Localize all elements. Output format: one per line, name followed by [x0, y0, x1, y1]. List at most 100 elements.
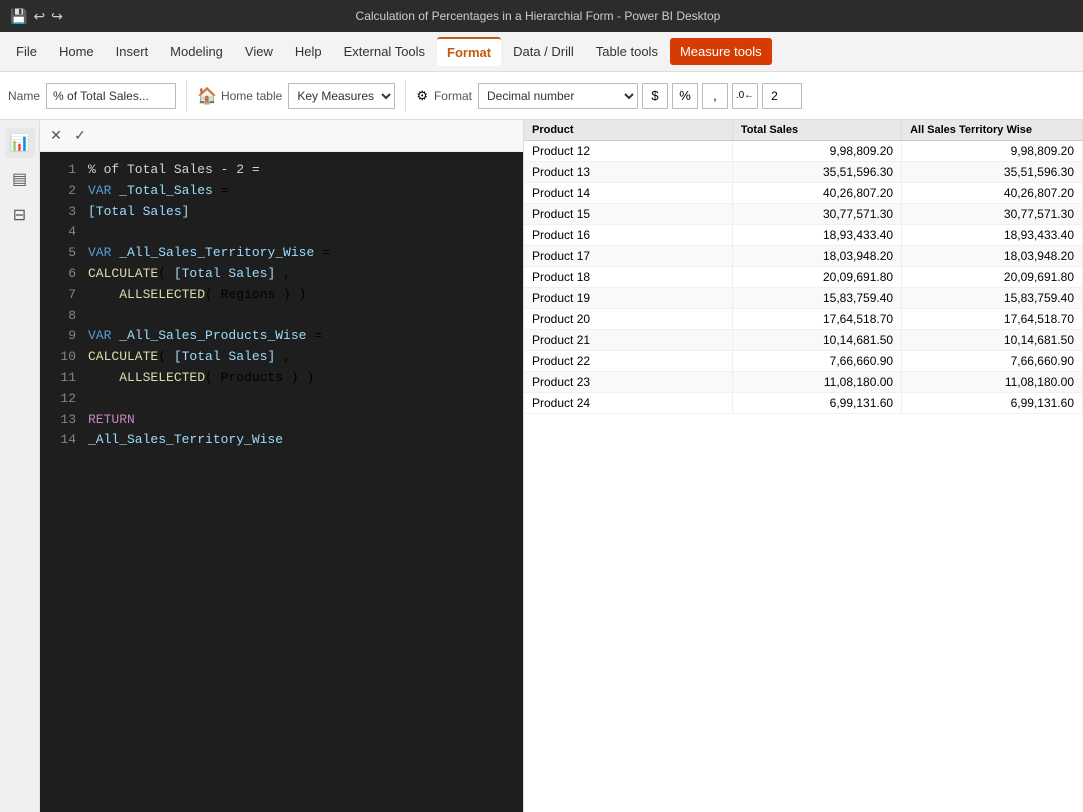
menu-insert[interactable]: Insert — [106, 38, 159, 65]
product-cell: Product 13 — [524, 162, 732, 183]
col1-cell: 17,64,518.70 — [732, 309, 901, 330]
formula-controls: ✕ ✓ — [40, 120, 523, 152]
product-cell: Product 16 — [524, 225, 732, 246]
name-label: Name — [8, 89, 40, 103]
table-row: Product 1820,09,691.8020,09,691.80 — [524, 267, 1083, 288]
format-select[interactable]: Decimal number — [478, 83, 638, 109]
col2-cell: 18,03,948.20 — [902, 246, 1083, 267]
col1-cell: 11,08,180.00 — [732, 372, 901, 393]
ribbon-bar: Name 🏠 Home table Key Measures ⚙ Format … — [0, 72, 1083, 120]
sidebar: 📊 ▤ ⊟ — [0, 120, 40, 812]
line-number: 6 — [48, 264, 76, 285]
col1-cell: 15,83,759.40 — [732, 288, 901, 309]
dollar-btn[interactable]: $ — [642, 83, 668, 109]
code-line-9: 9VAR _All_Sales_Products_Wise = — [40, 326, 523, 347]
home-table-select[interactable]: Key Measures — [288, 83, 395, 109]
line-number: 14 — [48, 430, 76, 451]
table-row: Product 129,98,809.209,98,809.20 — [524, 141, 1083, 162]
code-line-3: 3[Total Sales] — [40, 202, 523, 223]
menu-help[interactable]: Help — [285, 38, 332, 65]
col1-cell: 20,09,691.80 — [732, 267, 901, 288]
menu-modeling[interactable]: Modeling — [160, 38, 233, 65]
table-row: Product 1335,51,596.3035,51,596.30 — [524, 162, 1083, 183]
sidebar-icon-model[interactable]: ⊟ — [5, 200, 35, 230]
format-icon: ⚙ — [416, 88, 428, 104]
close-formula-btn[interactable]: ✕ — [44, 124, 68, 148]
line-number: 8 — [48, 306, 76, 327]
code-line-10: 10CALCULATE( [Total Sales] , — [40, 347, 523, 368]
line-number: 5 — [48, 243, 76, 264]
line-number: 1 — [48, 160, 76, 181]
col2-cell: 11,08,180.00 — [902, 372, 1083, 393]
title-bar: 💾 ↩ ↪ Calculation of Percentages in a Hi… — [0, 0, 1083, 32]
col1-cell: 30,77,571.30 — [732, 204, 901, 225]
menu-view[interactable]: View — [235, 38, 283, 65]
col2-cell: 7,66,660.90 — [902, 351, 1083, 372]
product-cell: Product 20 — [524, 309, 732, 330]
col1-cell: 10,14,681.50 — [732, 330, 901, 351]
line-number: 2 — [48, 181, 76, 202]
code-line-11: 11 ALLSELECTED( Products ) ) — [40, 368, 523, 389]
product-cell: Product 17 — [524, 246, 732, 267]
table-row: Product 246,99,131.606,99,131.60 — [524, 393, 1083, 414]
line-number: 12 — [48, 389, 76, 410]
code-line-6: 6CALCULATE( [Total Sales] , — [40, 264, 523, 285]
col2-cell: 30,77,571.30 — [902, 204, 1083, 225]
product-cell: Product 21 — [524, 330, 732, 351]
code-content: [Total Sales] — [88, 202, 189, 223]
menu-file[interactable]: File — [6, 38, 47, 65]
ribbon-home-group: 🏠 Home table Key Measures — [197, 83, 395, 109]
menu-format[interactable]: Format — [437, 37, 501, 66]
accept-formula-btn[interactable]: ✓ — [68, 124, 92, 148]
col2-cell: 6,99,131.60 — [902, 393, 1083, 414]
redo-icon[interactable]: ↪ — [51, 8, 63, 25]
sidebar-icon-table[interactable]: ▤ — [5, 164, 35, 194]
table-row: Product 1618,93,433.4018,93,433.40 — [524, 225, 1083, 246]
data-table: ProductTotal SalesAll Sales Territory Wi… — [524, 120, 1083, 414]
col-header-0: Product — [524, 120, 732, 141]
percent-btn[interactable]: % — [672, 83, 698, 109]
code-line-5: 5VAR _All_Sales_Territory_Wise = — [40, 243, 523, 264]
table-area[interactable]: ProductTotal SalesAll Sales Territory Wi… — [523, 120, 1083, 812]
menu-data-drill[interactable]: Data / Drill — [503, 38, 584, 65]
col1-cell: 35,51,596.30 — [732, 162, 901, 183]
decimal-decrease-btn[interactable]: .0← — [732, 83, 758, 109]
menu-external-tools[interactable]: External Tools — [334, 38, 435, 65]
home-icon: 🏠 — [197, 86, 217, 106]
table-row: Product 2311,08,180.0011,08,180.00 — [524, 372, 1083, 393]
sidebar-icon-chart[interactable]: 📊 — [5, 128, 35, 158]
code-content: VAR _Total_Sales = — [88, 181, 228, 202]
save-icon[interactable]: 💾 — [10, 8, 27, 25]
line-number: 13 — [48, 410, 76, 431]
comma-btn[interactable]: , — [702, 83, 728, 109]
code-content: ALLSELECTED( Products ) ) — [88, 368, 314, 389]
name-input[interactable] — [46, 83, 176, 109]
code-line-14: 14_All_Sales_Territory_Wise — [40, 430, 523, 451]
table-row: Product 1915,83,759.4015,83,759.40 — [524, 288, 1083, 309]
menu-table-tools[interactable]: Table tools — [586, 38, 668, 65]
undo-icon[interactable]: ↩ — [33, 8, 45, 25]
product-cell: Product 19 — [524, 288, 732, 309]
code-editor[interactable]: 1 % of Total Sales - 2 = 2 VAR _Total_Sales… — [40, 152, 523, 812]
col1-cell: 18,93,433.40 — [732, 225, 901, 246]
code-line-2: 2 VAR _Total_Sales = — [40, 181, 523, 202]
menu-measure-tools[interactable]: Measure tools — [670, 38, 772, 65]
main-area: 📊 ▤ ⊟ ✕ ✓ 1 % of Total Sales - 2 = 2 VAR _T… — [0, 120, 1083, 812]
ribbon-format-group: ⚙ Format Decimal number $ % , .0← — [416, 83, 802, 109]
table-row: Product 227,66,660.907,66,660.90 — [524, 351, 1083, 372]
code-content: % of Total Sales - 2 = — [88, 160, 260, 181]
code-line-7: 7 ALLSELECTED( Regions ) ) — [40, 285, 523, 306]
col2-cell: 40,26,807.20 — [902, 183, 1083, 204]
col1-cell: 6,99,131.60 — [732, 393, 901, 414]
col-header-2: All Sales Territory Wise — [902, 120, 1083, 141]
line-number: 10 — [48, 347, 76, 368]
formula-area: ✕ ✓ 1 % of Total Sales - 2 = 2 VAR _Total_S… — [40, 120, 523, 812]
product-cell: Product 22 — [524, 351, 732, 372]
table-row: Product 1718,03,948.2018,03,948.20 — [524, 246, 1083, 267]
format-label: Format — [434, 89, 472, 103]
line-number: 9 — [48, 326, 76, 347]
menu-home[interactable]: Home — [49, 38, 104, 65]
product-cell: Product 23 — [524, 372, 732, 393]
decimal-places-input[interactable] — [762, 83, 802, 109]
product-cell: Product 14 — [524, 183, 732, 204]
